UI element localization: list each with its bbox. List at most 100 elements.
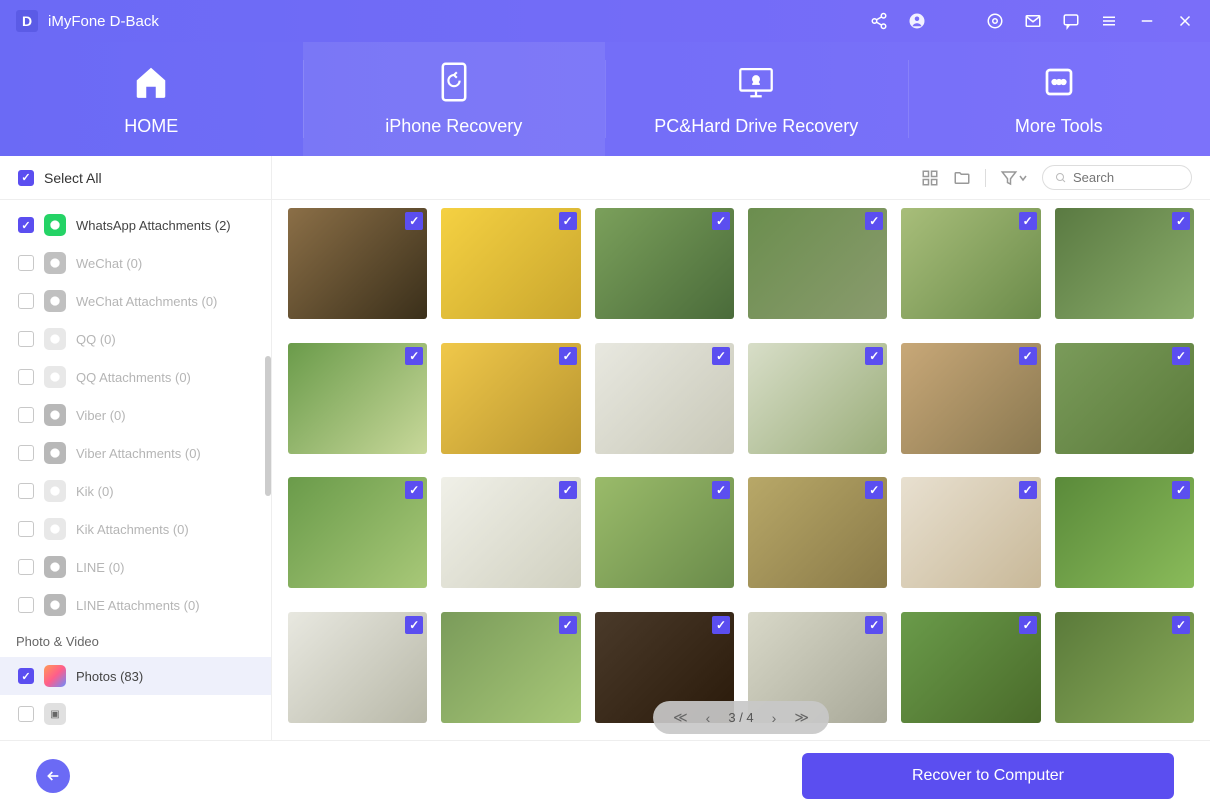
photo-thumbnail[interactable]: [901, 208, 1040, 319]
tab-iphone-recovery[interactable]: iPhone Recovery: [303, 42, 606, 156]
scrollbar[interactable]: [265, 356, 271, 496]
thumbnail-checkbox[interactable]: [865, 616, 883, 634]
minimize-icon[interactable]: [1138, 12, 1156, 30]
search-icon: [1055, 171, 1067, 185]
thumbnail-checkbox[interactable]: [1172, 481, 1190, 499]
recover-button[interactable]: Recover to Computer: [802, 753, 1174, 799]
photo-thumbnail[interactable]: [901, 477, 1040, 588]
pager-next-icon[interactable]: ›: [772, 710, 777, 726]
category-label: Viber Attachments (0): [76, 446, 201, 461]
category-label: WhatsApp Attachments (2): [76, 218, 231, 233]
thumbnail-checkbox[interactable]: [405, 616, 423, 634]
category-checkbox: [18, 369, 34, 385]
thumbnail-checkbox[interactable]: [559, 481, 577, 499]
photo-thumbnail[interactable]: [901, 343, 1040, 454]
app-icon: [44, 442, 66, 464]
photo-thumbnail[interactable]: [595, 208, 734, 319]
thumbnail-checkbox[interactable]: [865, 347, 883, 365]
tab-pc-recovery[interactable]: PC&Hard Drive Recovery: [605, 42, 908, 156]
photo-thumbnail[interactable]: [748, 208, 887, 319]
thumbnail-checkbox[interactable]: [1019, 347, 1037, 365]
pager-last-icon[interactable]: ≫: [794, 709, 809, 726]
thumbnail-checkbox[interactable]: [865, 481, 883, 499]
search-input[interactable]: [1073, 170, 1179, 185]
sidebar-item: Viber Attachments (0): [0, 434, 271, 472]
pager-prev-icon[interactable]: ‹: [706, 710, 711, 726]
thumbnail-checkbox[interactable]: [559, 347, 577, 365]
photo-thumbnail[interactable]: [748, 477, 887, 588]
photo-thumbnail[interactable]: [1055, 208, 1194, 319]
thumbnail-checkbox[interactable]: [1019, 212, 1037, 230]
sidebar-item[interactable]: WhatsApp Attachments (2): [0, 206, 271, 244]
category-checkbox: [18, 331, 34, 347]
photo-grid: ≪ ‹ 3 / 4 › ≫: [272, 200, 1210, 740]
thumbnail-checkbox[interactable]: [865, 212, 883, 230]
grid-view-icon[interactable]: [921, 169, 939, 187]
photo-thumbnail[interactable]: [288, 343, 427, 454]
photo-thumbnail[interactable]: [441, 208, 580, 319]
filter-icon[interactable]: [1000, 169, 1028, 187]
category-checkbox: [18, 407, 34, 423]
thumbnail-checkbox[interactable]: [712, 347, 730, 365]
thumbnail-checkbox[interactable]: [559, 212, 577, 230]
photo-thumbnail[interactable]: [1055, 343, 1194, 454]
category-checkbox[interactable]: [18, 668, 34, 684]
thumbnail-checkbox[interactable]: [1019, 481, 1037, 499]
category-checkbox: [18, 293, 34, 309]
close-icon[interactable]: [1176, 12, 1194, 30]
thumbnail-checkbox[interactable]: [1172, 347, 1190, 365]
title-bar: D iMyFone D-Back: [0, 0, 1210, 42]
photo-thumbnail[interactable]: [441, 612, 580, 723]
sidebar-item: Viber (0): [0, 396, 271, 434]
photo-thumbnail[interactable]: [595, 477, 734, 588]
footer: Recover to Computer: [0, 740, 1210, 810]
select-all-checkbox[interactable]: [18, 170, 34, 186]
tab-more-tools[interactable]: More Tools: [908, 42, 1210, 156]
category-label: Viber (0): [76, 408, 126, 423]
pagination: ≪ ‹ 3 / 4 › ≫: [653, 701, 829, 734]
thumbnail-checkbox[interactable]: [405, 481, 423, 499]
sidebar-item: Kik Attachments (0): [0, 510, 271, 548]
share-icon[interactable]: [870, 12, 888, 30]
pager-first-icon[interactable]: ≪: [673, 709, 688, 726]
photo-thumbnail[interactable]: [901, 612, 1040, 723]
photo-thumbnail[interactable]: [288, 477, 427, 588]
thumbnail-checkbox[interactable]: [559, 616, 577, 634]
category-checkbox: [18, 255, 34, 271]
photo-thumbnail[interactable]: [1055, 612, 1194, 723]
photo-thumbnail[interactable]: [595, 343, 734, 454]
sidebar-item: QQ Attachments (0): [0, 358, 271, 396]
thumbnail-checkbox[interactable]: [1172, 616, 1190, 634]
photo-thumbnail[interactable]: [1055, 477, 1194, 588]
feedback-icon[interactable]: [1062, 12, 1080, 30]
category-checkbox: [18, 445, 34, 461]
thumbnail-checkbox[interactable]: [405, 347, 423, 365]
category-checkbox[interactable]: [18, 217, 34, 233]
photo-thumbnail[interactable]: [748, 343, 887, 454]
select-all-row[interactable]: Select All: [0, 156, 271, 200]
category-checkbox: [18, 483, 34, 499]
app-icon: [44, 252, 66, 274]
back-button[interactable]: [36, 759, 70, 793]
folder-view-icon[interactable]: [953, 169, 971, 187]
photo-thumbnail[interactable]: [441, 477, 580, 588]
mail-icon[interactable]: [1024, 12, 1042, 30]
sidebar-item-photos[interactable]: Photos (83): [0, 657, 271, 695]
thumbnail-checkbox[interactable]: [712, 616, 730, 634]
thumbnail-checkbox[interactable]: [712, 212, 730, 230]
category-label: Kik Attachments (0): [76, 522, 189, 537]
thumbnail-checkbox[interactable]: [712, 481, 730, 499]
photo-thumbnail[interactable]: [441, 343, 580, 454]
thumbnail-checkbox[interactable]: [405, 212, 423, 230]
settings-icon[interactable]: [986, 12, 1004, 30]
photo-thumbnail[interactable]: [288, 208, 427, 319]
app-icon: [44, 594, 66, 616]
account-icon[interactable]: [908, 12, 926, 30]
menu-icon[interactable]: [1100, 12, 1118, 30]
app-icon: [44, 290, 66, 312]
tab-home[interactable]: HOME: [0, 42, 303, 156]
search-box[interactable]: [1042, 165, 1192, 190]
thumbnail-checkbox[interactable]: [1019, 616, 1037, 634]
thumbnail-checkbox[interactable]: [1172, 212, 1190, 230]
photo-thumbnail[interactable]: [288, 612, 427, 723]
